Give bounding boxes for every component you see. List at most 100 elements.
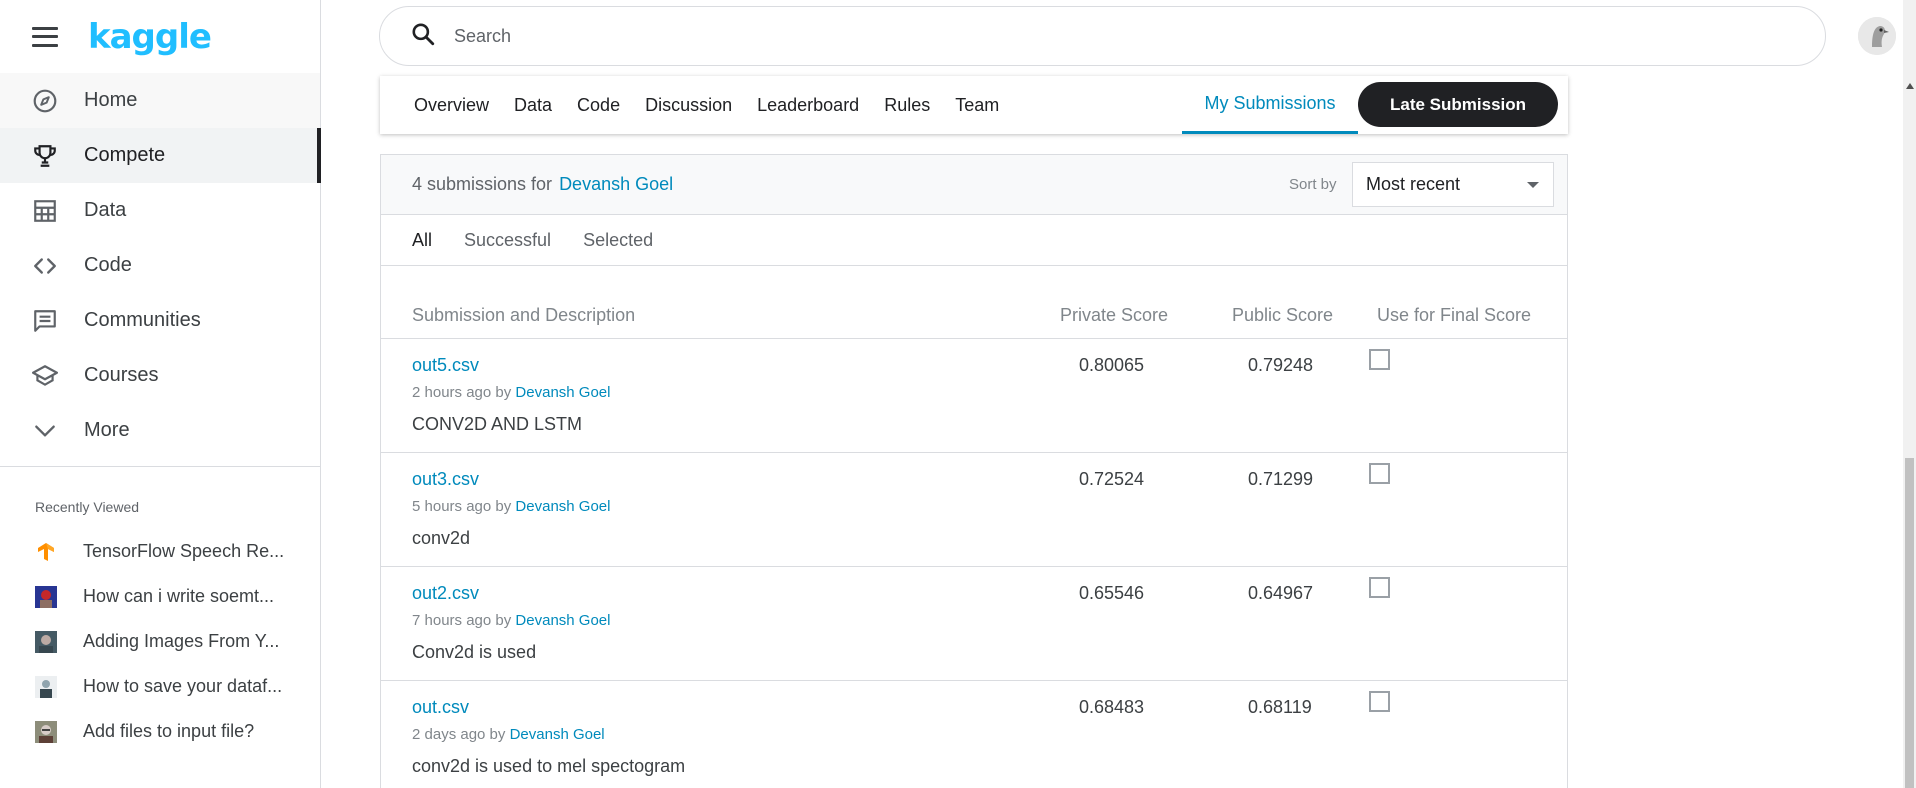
filter-tabs: All Successful Selected [381, 215, 1567, 266]
compass-icon [32, 88, 58, 114]
header-public-score: Public Score [1232, 305, 1334, 325]
filter-successful[interactable]: Successful [464, 230, 551, 251]
nav-item-compete[interactable]: Compete [0, 128, 321, 183]
submission-file-link[interactable]: out5.csv [412, 355, 479, 376]
school-icon [32, 363, 58, 389]
private-score: 0.72524 [1079, 469, 1145, 489]
final-score-checkbox[interactable] [1369, 349, 1390, 370]
submission-author-link[interactable]: Devansh Goel [515, 612, 610, 629]
submission-author-link[interactable]: Devansh Goel [515, 498, 610, 515]
sort-dropdown[interactable]: Most recent [1352, 162, 1554, 207]
submission-description: conv2d [412, 528, 471, 548]
submission-description: CONV2D AND LSTM [412, 414, 583, 434]
trophy-icon [32, 143, 58, 169]
header-submission: Submission and Description [412, 305, 636, 325]
user-thumbnail [35, 675, 57, 698]
public-score: 0.71299 [1248, 469, 1314, 489]
user-link[interactable]: Devansh Goel [559, 174, 673, 195]
menu-icon[interactable] [32, 26, 58, 47]
table-row: out5.csv 2 hours ago by Devansh Goel CON… [381, 339, 1567, 453]
avatar[interactable] [1858, 17, 1896, 55]
nav-item-courses[interactable]: Courses [0, 348, 320, 403]
recent-item[interactable]: How to save your dataf... [0, 664, 320, 709]
recent-item[interactable]: How can i write soemt... [0, 574, 320, 619]
final-score-checkbox[interactable] [1369, 691, 1390, 712]
submission-author-link[interactable]: Devansh Goel [510, 726, 605, 743]
final-score-checkbox[interactable] [1369, 463, 1390, 484]
submission-file-link[interactable]: out2.csv [412, 583, 479, 604]
submission-author-link[interactable]: Devansh Goel [515, 384, 610, 401]
recent-item-label: Add files to input file? [83, 721, 255, 741]
user-thumbnail [35, 630, 57, 653]
nav-item-code[interactable]: Code [0, 238, 320, 293]
recent-item-label: How can i write soemt... [83, 586, 275, 606]
header-private-score: Private Score [1060, 305, 1169, 325]
recent-item-label: How to save your dataf... [83, 676, 283, 696]
nav-label-code: Code [84, 254, 132, 276]
submission-file-link[interactable]: out.csv [412, 697, 469, 718]
table-row: out.csv 2 days ago by Devansh Goel conv2… [381, 681, 1567, 788]
nav-label-home: Home [84, 89, 138, 111]
tab-code[interactable]: Code [577, 76, 620, 134]
search-input[interactable] [454, 25, 1654, 47]
sort-label: Sort by [1289, 176, 1337, 193]
submission-description: conv2d is used to mel spectogram [412, 756, 686, 776]
submission-time: 7 hours ago by [412, 612, 512, 629]
search-bar[interactable] [379, 6, 1826, 66]
user-thumbnail [35, 585, 57, 608]
submission-meta: 5 hours ago by Devansh Goel [412, 498, 610, 515]
scrollbar-thumb[interactable] [1905, 458, 1914, 788]
user-thumbnail [35, 720, 57, 743]
nav-item-communities[interactable]: Communities [0, 293, 320, 348]
recent-item[interactable]: Adding Images From Y... [0, 619, 320, 664]
recent-item[interactable]: TensorFlow Speech Re... [0, 529, 320, 574]
nav-label-courses: Courses [84, 364, 159, 386]
submission-meta: 2 hours ago by Devansh Goel [412, 384, 610, 401]
submission-time: 2 hours ago by [412, 384, 512, 401]
nav-item-more[interactable]: More [0, 403, 320, 458]
private-score: 0.68483 [1079, 697, 1145, 717]
scroll-up-icon[interactable] [1906, 83, 1914, 89]
tab-my-submissions[interactable]: My Submissions [1182, 76, 1358, 134]
recent-item-label: Adding Images From Y... [83, 631, 280, 651]
late-submission-button[interactable]: Late Submission [1358, 82, 1558, 127]
final-score-checkbox[interactable] [1369, 577, 1390, 598]
tab-discussion[interactable]: Discussion [645, 76, 732, 134]
tensorflow-thumbnail [35, 541, 57, 563]
nav-item-home[interactable]: Home [0, 73, 320, 128]
submission-meta: 2 days ago by Devansh Goel [412, 726, 605, 743]
header-final-score: Use for Final Score [1377, 305, 1532, 325]
filter-all[interactable]: All [412, 230, 432, 251]
tab-rules[interactable]: Rules [884, 76, 930, 134]
public-score: 0.64967 [1248, 583, 1314, 603]
kaggle-logo[interactable]: kaggle [88, 17, 212, 57]
recent-item-label: TensorFlow Speech Re... [83, 541, 285, 561]
recent-item[interactable]: Add files to input file? [0, 709, 320, 754]
submission-time: 2 days ago by [412, 726, 506, 743]
table-header: Submission and Description Private Score… [381, 266, 1567, 339]
filter-selected[interactable]: Selected [583, 230, 653, 251]
tab-leaderboard[interactable]: Leaderboard [757, 76, 859, 134]
nav-item-data[interactable]: Data [0, 183, 320, 238]
public-score: 0.68119 [1248, 697, 1312, 717]
tab-overview[interactable]: Overview [414, 76, 489, 134]
table-row: out3.csv 5 hours ago by Devansh Goel con… [381, 453, 1567, 567]
private-score: 0.80065 [1079, 355, 1145, 375]
submissions-panel: 4 submissions for Devansh Goel Sort by M… [380, 154, 1568, 788]
sidebar-header: kaggle [0, 0, 320, 73]
nav-label-compete: Compete [84, 144, 166, 166]
comments-icon [32, 308, 58, 334]
private-score: 0.65546 [1079, 583, 1145, 603]
scrollbar[interactable] [1903, 0, 1916, 788]
nav-label-communities: Communities [84, 309, 201, 331]
tab-data[interactable]: Data [514, 76, 552, 134]
caret-down-icon [1527, 182, 1539, 188]
submission-file-link[interactable]: out3.csv [412, 469, 479, 490]
submission-description: Conv2d is used [412, 642, 537, 662]
code-icon [32, 253, 58, 279]
competition-tabs: Overview Data Code Discussion Leaderboar… [380, 76, 1568, 134]
submissions-header: 4 submissions for Devansh Goel Sort by M… [381, 155, 1567, 215]
sidebar-divider [0, 466, 320, 467]
tab-team[interactable]: Team [955, 76, 999, 134]
submission-count: 4 submissions for [412, 174, 553, 194]
